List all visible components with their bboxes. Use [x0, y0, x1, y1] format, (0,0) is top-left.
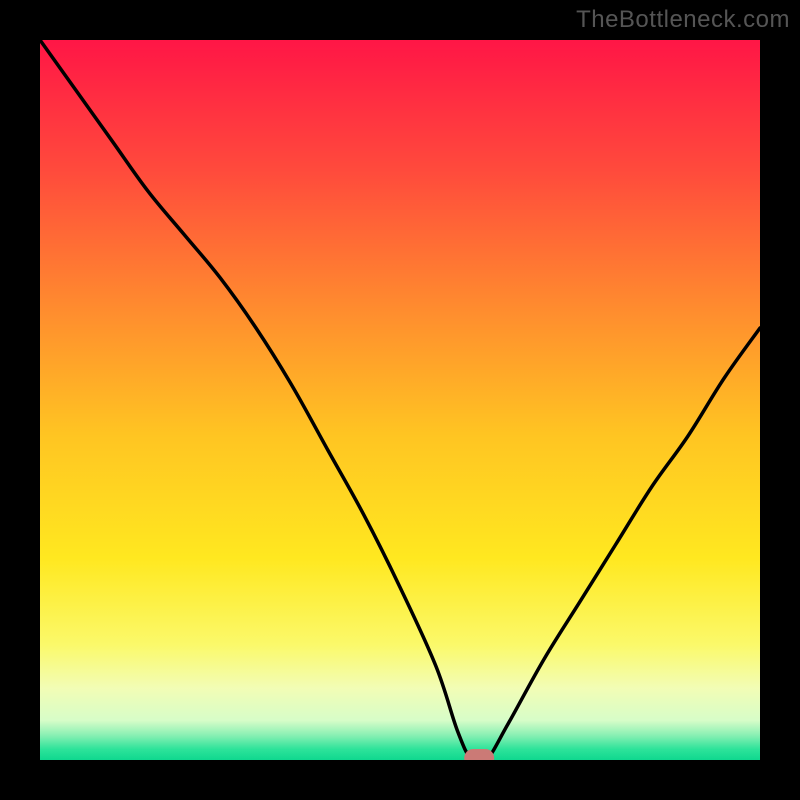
- gradient-background: [40, 40, 760, 760]
- watermark-label: TheBottleneck.com: [576, 6, 790, 34]
- chart-container: TheBottleneck.com: [0, 0, 800, 800]
- optimal-marker: [464, 749, 494, 760]
- plot-area: [40, 40, 760, 760]
- chart-svg: [40, 40, 760, 760]
